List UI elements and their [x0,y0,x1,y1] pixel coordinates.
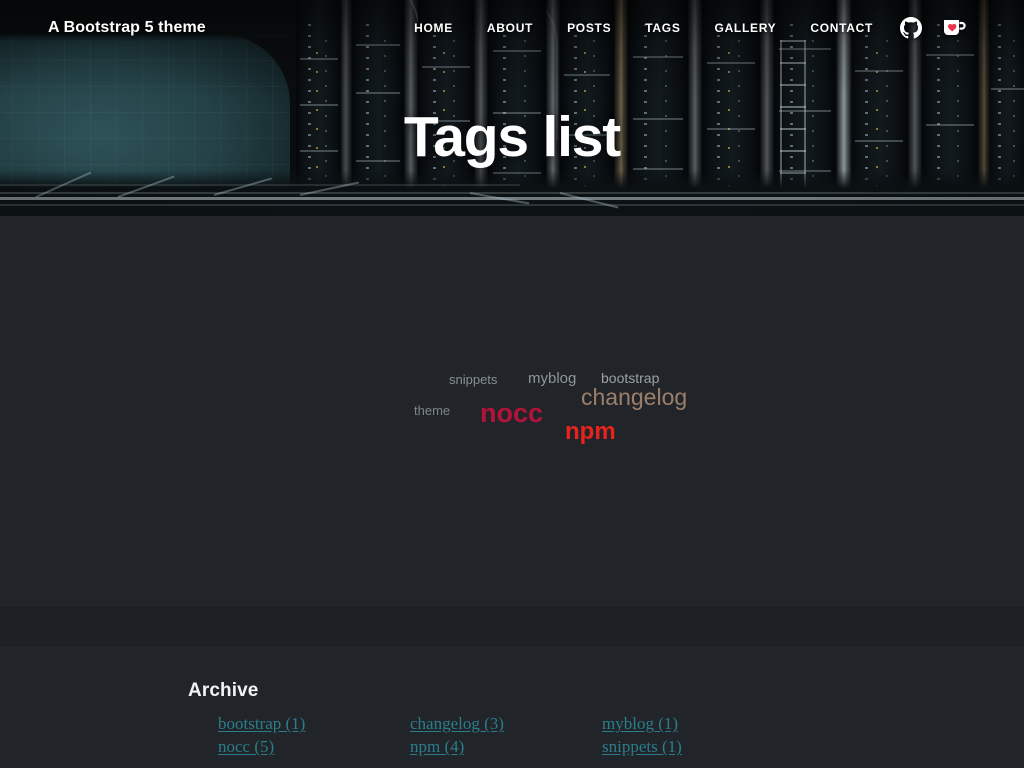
archive-link-nocc[interactable]: nocc (5) [218,735,410,758]
nav-item-home[interactable]: HOME [397,21,470,35]
coffee-heart-icon[interactable] [932,17,976,39]
hero-header: A Bootstrap 5 theme HOME ABOUT POSTS TAG… [0,0,1024,216]
tag-cloud-item-nocc[interactable]: nocc [480,400,543,427]
archive-link-changelog[interactable]: changelog (3) [410,712,602,735]
main-content: snippets myblog bootstrapchangelog theme noc… [0,216,1024,605]
archive-section: Archive bootstrap (1)changelog (3)myblog… [176,680,848,758]
tag-cloud-item-npm[interactable]: npm [565,420,616,444]
footer-divider-band [0,605,1024,648]
archive-link-myblog[interactable]: myblog (1) [602,712,794,735]
nav-links: HOME ABOUT POSTS TAGS GALLERY CONTACT [397,17,976,39]
nav-item-tags[interactable]: TAGS [628,21,697,35]
archive-link-npm[interactable]: npm (4) [410,735,602,758]
site-brand[interactable]: A Bootstrap 5 theme [48,19,206,37]
archive-link-snippets[interactable]: snippets (1) [602,735,794,758]
page-title: Tags list [0,108,1024,168]
main-navbar: A Bootstrap 5 theme HOME ABOUT POSTS TAG… [0,0,1024,56]
github-icon[interactable] [890,17,932,39]
corridor-floor [0,170,1024,216]
tag-cloud-item-bootstrap[interactable]: bootstrap [601,371,659,385]
nav-item-posts[interactable]: POSTS [550,21,628,35]
nav-item-about[interactable]: ABOUT [470,21,550,35]
archive-link-bootstrap[interactable]: bootstrap (1) [218,712,410,735]
tag-cloud-item-theme[interactable]: theme [414,404,450,417]
site-footer: Archive bootstrap (1)changelog (3)myblog… [0,648,1024,768]
nav-item-gallery[interactable]: GALLERY [698,21,794,35]
archive-heading: Archive [188,680,848,702]
archive-link-grid: bootstrap (1)changelog (3)myblog (1) nocc… [188,712,848,758]
tag-cloud: snippets myblog bootstrapchangelog theme noc… [0,216,1024,605]
tag-cloud-item-changelog[interactable]: changelog [581,386,687,409]
tag-cloud-item-snippets[interactable]: snippets [449,373,497,386]
tag-cloud-item-myblog[interactable]: myblog [528,371,576,386]
nav-item-contact[interactable]: CONTACT [793,21,890,35]
